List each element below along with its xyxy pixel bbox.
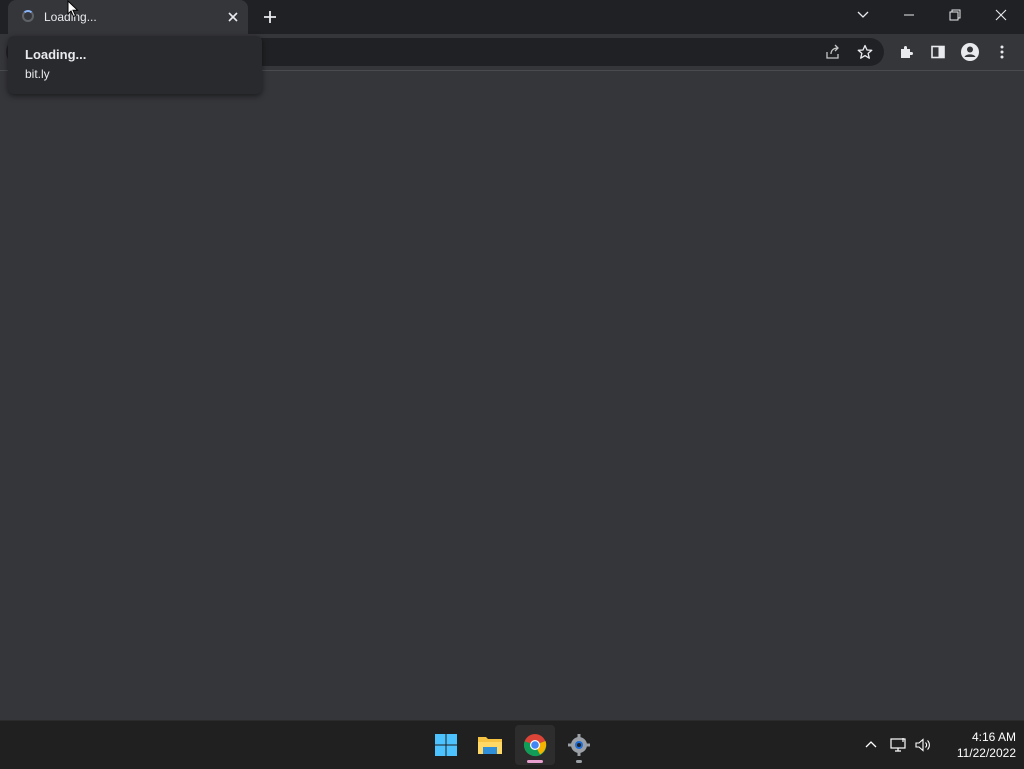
network-tray-icon[interactable] bbox=[889, 735, 909, 755]
taskbar-file-explorer[interactable] bbox=[470, 725, 510, 765]
network-icon bbox=[890, 738, 906, 752]
restore-button[interactable] bbox=[932, 0, 978, 30]
new-tab-button[interactable] bbox=[258, 6, 282, 28]
share-icon[interactable] bbox=[821, 40, 845, 64]
close-window-button[interactable] bbox=[978, 0, 1024, 30]
volume-tray-icon[interactable] bbox=[913, 735, 933, 755]
active-app-indicator bbox=[527, 760, 543, 763]
windows-start-icon bbox=[435, 734, 457, 756]
hover-card-title: Loading... bbox=[25, 47, 87, 62]
more-vert-icon[interactable] bbox=[990, 40, 1014, 64]
hover-card-domain: bit.ly bbox=[25, 67, 50, 81]
taskbar-settings[interactable] bbox=[559, 725, 599, 765]
taskbar-chrome[interactable] bbox=[515, 725, 555, 765]
clock-date: 11/22/2022 bbox=[956, 746, 1016, 760]
volume-icon bbox=[915, 738, 930, 752]
restore-icon bbox=[949, 9, 961, 21]
file-explorer-icon bbox=[478, 737, 502, 754]
chrome-icon bbox=[523, 734, 547, 757]
tab-loading-spinner-icon bbox=[22, 10, 34, 22]
page-content bbox=[0, 71, 1024, 720]
clock-time: 4:16 AM bbox=[971, 730, 1016, 744]
running-app-indicator bbox=[576, 760, 582, 763]
tab-search-button[interactable] bbox=[840, 0, 886, 30]
taskbar: 4:16 AM 11/22/2022 bbox=[0, 720, 1024, 769]
settings-icon bbox=[568, 734, 590, 756]
extensions-icon[interactable] bbox=[894, 40, 918, 64]
tab-hover-card: Loading... bit.ly bbox=[8, 36, 262, 94]
show-hidden-icons-button[interactable] bbox=[861, 735, 881, 755]
bookmark-star-icon[interactable] bbox=[853, 40, 877, 64]
taskbar-clock[interactable]: 4:16 AM 11/22/2022 bbox=[936, 729, 1016, 761]
profile-icon[interactable] bbox=[958, 40, 982, 64]
close-window-icon bbox=[995, 9, 1007, 21]
chevron-up-icon bbox=[865, 741, 877, 748]
minimize-icon bbox=[904, 14, 914, 16]
title-bar: Loading... bbox=[0, 0, 1024, 34]
browser-tab[interactable]: Loading... bbox=[8, 0, 248, 34]
minimize-button[interactable] bbox=[886, 0, 932, 30]
chevron-down-icon bbox=[857, 11, 869, 18]
side-panel-icon[interactable] bbox=[926, 40, 950, 64]
start-button[interactable] bbox=[426, 725, 466, 765]
mouse-cursor-icon bbox=[67, 0, 79, 18]
tab-close-icon[interactable] bbox=[224, 8, 242, 26]
